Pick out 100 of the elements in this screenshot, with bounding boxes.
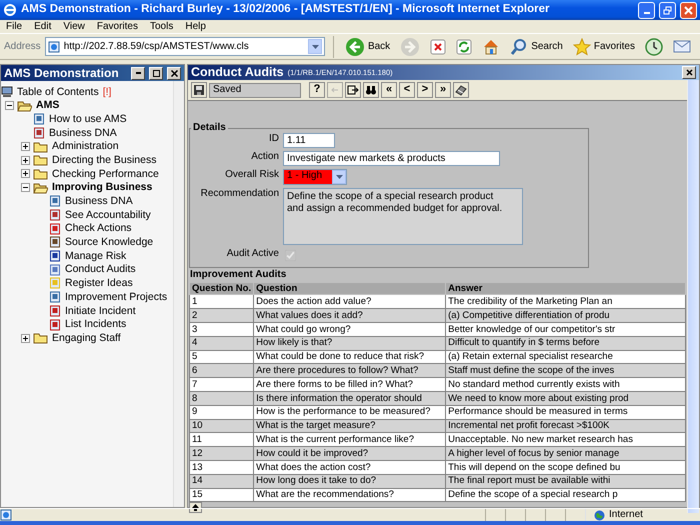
- scrollbar[interactable]: [173, 81, 184, 507]
- folder-icon: [33, 154, 48, 166]
- scrollbar[interactable]: [687, 80, 699, 514]
- folder-icon: [33, 140, 48, 153]
- expand-icon[interactable]: [21, 169, 30, 178]
- panel-title: Conduct Audits: [191, 65, 284, 80]
- table-cell: 15: [190, 488, 254, 502]
- table-cell: 4: [190, 336, 254, 350]
- tree-item[interactable]: Improvement Projects: [65, 290, 168, 304]
- tree-item[interactable]: Improving Business: [52, 181, 152, 194]
- menu-item[interactable]: Help: [179, 20, 212, 32]
- document-icon: [49, 291, 61, 304]
- menu-item[interactable]: Edit: [28, 20, 58, 32]
- search-button[interactable]: Search: [507, 38, 566, 56]
- address-field[interactable]: http://202.7.88.59/csp/AMSTEST/www.cls: [44, 37, 326, 56]
- exit-button[interactable]: [345, 82, 361, 98]
- document-icon: [33, 113, 45, 126]
- input-field[interactable]: 1.11: [283, 133, 335, 148]
- field-label: Recommendation: [200, 188, 279, 200]
- tree-item[interactable]: Engaging Staff: [52, 332, 121, 345]
- toolbar-button[interactable]: <: [399, 82, 415, 98]
- refresh-icon: [456, 38, 472, 54]
- risk-dropdown[interactable]: 1 - High: [283, 169, 347, 185]
- minimize-button[interactable]: [131, 66, 145, 80]
- collapse-icon[interactable]: [21, 183, 30, 192]
- tree-item[interactable]: Administration: [52, 140, 119, 153]
- folder-icon: [33, 168, 48, 180]
- table-cell: (a) Retain external specialist researche: [446, 350, 686, 364]
- pane-title: AMS Demonstration: [4, 66, 120, 80]
- tree-item[interactable]: How to use AMS: [49, 112, 127, 126]
- table-cell: Does the action add value?: [254, 294, 446, 309]
- search-icon: [510, 38, 528, 56]
- text-area[interactable]: Define the scope of a special research product and assign a recommended budget for approval.: [283, 188, 523, 245]
- expand-icon[interactable]: [21, 156, 30, 165]
- back-button[interactable]: Back: [342, 36, 394, 56]
- tree-item[interactable]: See Accountability: [65, 208, 151, 222]
- column-header[interactable]: Question No.: [190, 282, 254, 295]
- zone-label: Internet: [609, 509, 643, 521]
- close-button[interactable]: [167, 66, 181, 80]
- tree-item[interactable]: Initiate Incident: [65, 304, 136, 318]
- tree-item[interactable]: Source Knowledge: [65, 236, 154, 249]
- tree-item[interactable]: Business DNA: [65, 195, 133, 208]
- column-header[interactable]: Answer: [446, 282, 686, 295]
- table-cell: Is there information the operator should: [254, 391, 446, 406]
- stop-icon: [430, 38, 446, 54]
- table-cell: 2: [190, 308, 254, 322]
- tree-item[interactable]: Manage Risk: [65, 250, 126, 262]
- save-button[interactable]: [191, 82, 207, 98]
- field-label: Audit Active: [226, 248, 279, 260]
- open-folder-icon: [33, 182, 48, 194]
- alert-text: [!]: [102, 86, 112, 98]
- input-field[interactable]: Investigate new markets & products: [283, 151, 500, 166]
- table-cell: This will depend on the scope defined bu: [446, 460, 686, 474]
- tree-item[interactable]: List Incidents: [65, 318, 126, 331]
- document-icon: [49, 264, 61, 276]
- address-label: Address: [4, 40, 41, 52]
- tree-item[interactable]: AMS: [36, 99, 60, 112]
- menu-item[interactable]: View: [57, 20, 91, 32]
- tree-item[interactable]: Directing the Business: [52, 154, 156, 167]
- open-folder-icon: [17, 100, 32, 112]
- clear-button[interactable]: [453, 82, 469, 98]
- expand-icon[interactable]: [21, 142, 30, 152]
- scroll-up-button[interactable]: [189, 502, 202, 514]
- toolbar-button[interactable]: «: [381, 82, 397, 98]
- eraser-icon: [455, 84, 467, 96]
- window-title: AMS Demonstration - Richard Burley - 13/02/2006 - [AMSTEST/1/EN] - Microsoft Internet Explorer: [21, 3, 550, 17]
- table-cell: Define the scope of a special research p: [446, 488, 686, 502]
- table-cell: What could be done to reduce that risk?: [254, 350, 446, 364]
- toolbar-button[interactable]: ?: [309, 82, 325, 98]
- collapse-icon[interactable]: [5, 101, 14, 110]
- column-header[interactable]: Question: [254, 282, 446, 295]
- close-icon: [684, 68, 694, 77]
- star-icon: [572, 38, 591, 56]
- field-label: ID: [268, 133, 279, 145]
- restore-button[interactable]: [659, 2, 676, 18]
- dropdown-button[interactable]: [308, 39, 322, 54]
- tree-item[interactable]: Register Ideas: [65, 277, 133, 290]
- table-cell: 7: [190, 378, 254, 392]
- menu-item[interactable]: Tools: [144, 20, 180, 32]
- table-cell: What is the current performance like?: [254, 432, 446, 447]
- table-cell: How could it be improved?: [254, 446, 446, 460]
- toolbar-button[interactable]: »: [435, 82, 451, 98]
- menu-item[interactable]: Favorites: [90, 20, 144, 32]
- expand-icon[interactable]: [21, 334, 30, 343]
- table-cell: What values does it add?: [254, 308, 446, 322]
- document-icon: [49, 304, 61, 317]
- table-cell: The final report must be available withi: [446, 474, 686, 488]
- tree-item[interactable]: Business DNA: [49, 126, 117, 140]
- tree-item[interactable]: Table of Contents: [17, 86, 99, 98]
- home-icon: [482, 38, 500, 56]
- find-button[interactable]: [363, 82, 379, 98]
- exit-icon: [347, 84, 359, 96]
- close-button[interactable]: [682, 66, 696, 79]
- tree-item[interactable]: Check Actions: [65, 222, 132, 236]
- menu-item[interactable]: File: [0, 20, 28, 32]
- tree-item[interactable]: Checking Performance: [52, 168, 159, 180]
- toolbar-button[interactable]: >: [417, 82, 433, 98]
- favorites-button[interactable]: Favorites: [570, 38, 638, 56]
- maximize-button[interactable]: [149, 66, 163, 80]
- tree-item[interactable]: Conduct Audits: [65, 263, 136, 276]
